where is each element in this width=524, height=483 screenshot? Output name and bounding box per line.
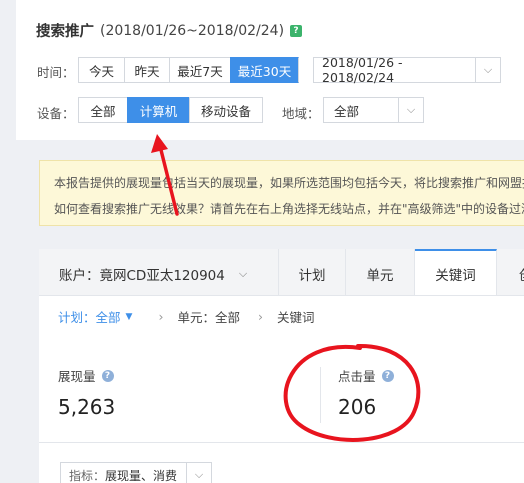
breadcrumb-plan[interactable]: 计划：全部	[58, 307, 121, 326]
date-range-text: (2018/01/26~2018/02/24)	[100, 22, 285, 39]
tab-creative[interactable]: 创	[497, 249, 524, 295]
metric-value: 206	[338, 395, 377, 419]
indicator-select[interactable]: 指标： 展现量、消费 ⌵	[60, 462, 212, 483]
region-select[interactable]: 全部 ⌵	[323, 97, 424, 123]
title-text: 搜索推广	[36, 24, 94, 40]
caret-down-icon: ▼	[125, 311, 133, 322]
help-icon[interactable]: ?	[381, 369, 394, 382]
breadcrumb-keyword: 关键词	[276, 310, 315, 325]
tab-unit[interactable]: 单元	[346, 249, 415, 295]
notice-line-1: 本报告提供的展现量包括当天的展现量，如果所选范围均包括今天，将比搜索推广和网盟报	[54, 176, 524, 190]
tab-bar: 账户：竟网CD亚太120904 ⌵ 计划 单元 关键词 创	[39, 249, 524, 296]
metric-impressions: 展现量 ? 5,263	[58, 366, 115, 419]
chevron-down-icon: ⌵	[186, 463, 211, 483]
chevron-down-icon: ⌵	[475, 58, 500, 82]
device-label: 设备：	[37, 106, 75, 121]
section-divider	[39, 442, 524, 443]
indicator-label: 指标：	[69, 468, 106, 483]
time-yesterday-button[interactable]: 昨天	[124, 57, 169, 83]
region-label: 地域：	[282, 106, 320, 121]
tab-keyword[interactable]: 关键词	[415, 249, 497, 295]
chevron-right-icon: ›	[257, 309, 263, 324]
time-label: 时间：	[37, 65, 75, 80]
metric-label: 展现量	[58, 369, 96, 384]
filter-card: 搜索推广 (2018/01/26~2018/02/24) ? 时间： 今天 昨天…	[16, 0, 524, 140]
device-button-group: 全部 计算机 移动设备	[78, 97, 263, 123]
notice-banner: 本报告提供的展现量包括当天的展现量，如果所选范围均包括今天，将比搜索推广和网盟报…	[39, 160, 524, 226]
metric-clicks: 点击量 ? 206	[338, 366, 394, 419]
help-icon[interactable]: ?	[290, 24, 303, 37]
metric-divider	[320, 367, 321, 423]
date-range-select[interactable]: 2018/01/26 - 2018/02/24 ⌵	[313, 55, 501, 85]
indicator-value: 展现量、消费	[105, 468, 178, 483]
account-selector[interactable]: 账户：竟网CD亚太120904 ⌵	[39, 249, 279, 295]
account-text: 账户：竟网CD亚太120904	[59, 268, 225, 284]
time-today-button[interactable]: 今天	[78, 57, 124, 83]
notice-line-2: 如何查看搜索推广无线效果？请首先在右上角选择无线站点，并在"高级筛选"中的设备过…	[54, 202, 524, 216]
time-30days-button[interactable]: 最近30天	[230, 57, 299, 83]
page-title: 搜索推广 (2018/01/26~2018/02/24) ?	[36, 20, 303, 41]
metric-label: 点击量	[338, 369, 376, 384]
chevron-down-icon: ⌵	[238, 267, 248, 280]
help-icon[interactable]: ?	[101, 369, 114, 382]
device-mobile-button[interactable]: 移动设备	[189, 97, 263, 123]
chevron-down-icon: ⌵	[398, 98, 423, 122]
time-button-group: 今天 昨天 最近7天 最近30天	[78, 57, 299, 83]
tab-plan[interactable]: 计划	[279, 249, 346, 295]
metric-value: 5,263	[58, 395, 116, 419]
device-all-button[interactable]: 全部	[78, 97, 127, 123]
chevron-right-icon: ›	[158, 309, 164, 324]
report-card: 账户：竟网CD亚太120904 ⌵ 计划 单元 关键词 创 计划：全部 ▼ › …	[39, 249, 524, 483]
device-computer-button[interactable]: 计算机	[127, 97, 189, 123]
date-range-value: 2018/01/26 - 2018/02/24	[322, 55, 403, 85]
region-value: 全部	[334, 103, 360, 119]
breadcrumb: 计划：全部 ▼ › 单元：全部 › 关键词	[58, 307, 314, 326]
breadcrumb-unit[interactable]: 单元：全部	[177, 307, 240, 326]
time-7days-button[interactable]: 最近7天	[169, 57, 230, 83]
